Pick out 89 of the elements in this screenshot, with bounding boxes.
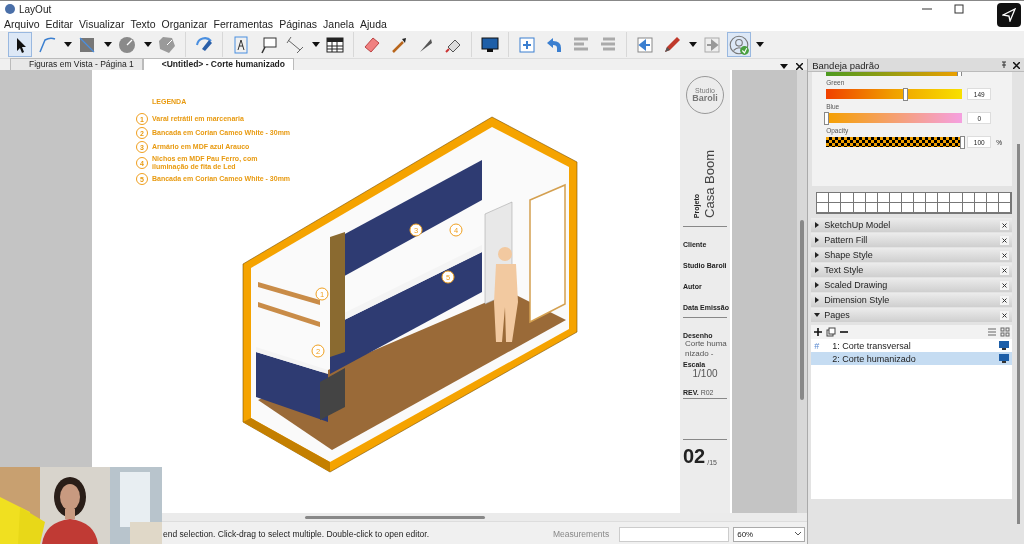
close-icon[interactable] [1000, 265, 1009, 275]
page-label: 2: Corte humanizado [831, 353, 917, 364]
page-marker: # [814, 340, 821, 351]
slider-thumb[interactable] [824, 112, 830, 125]
slider-thumb[interactable] [903, 88, 909, 101]
status-hint: end selection. Click-drag to select multiple. Double-click to open editor. [163, 529, 430, 539]
document-tab[interactable]: Figuras em Vista - Página 1 [10, 58, 143, 70]
monitor-icon [999, 354, 1009, 363]
panel-title: Bandeja padrão [812, 59, 881, 71]
monitor-icon [479, 34, 501, 55]
close-icon[interactable] [1000, 310, 1009, 320]
add-icon[interactable] [813, 327, 824, 337]
triangle-icon [814, 252, 821, 258]
account-icon [728, 33, 750, 56]
table-icon [325, 34, 345, 55]
close-icon[interactable] [1013, 61, 1020, 69]
label-icon [258, 34, 278, 55]
section-header[interactable]: Pattern Fill [811, 233, 1012, 247]
close-icon[interactable] [1000, 235, 1009, 245]
section-header[interactable]: SketchUp Model [811, 218, 1012, 232]
triangle-icon [814, 237, 821, 243]
circle-icon [117, 34, 137, 55]
send-icon[interactable] [997, 3, 1021, 27]
section-header[interactable]: Dimension Style [811, 293, 1012, 307]
section-header[interactable]: Text Style [811, 263, 1012, 277]
window-title: LayOut [19, 3, 53, 15]
pin-icon[interactable] [1001, 61, 1007, 69]
scale-value: 1/100 [691, 368, 719, 379]
close-icon[interactable] [1000, 220, 1009, 230]
menu-item[interactable]: Ajuda [359, 18, 388, 30]
app-icon [5, 4, 15, 14]
caret-icon[interactable] [756, 41, 764, 48]
drawing-name: Corte humanizado - [684, 339, 728, 359]
color-slider[interactable] [826, 113, 963, 123]
sheet-number: 02 [683, 446, 706, 466]
page-label: 1: Corte transversal [831, 340, 912, 351]
swatch-grid[interactable] [816, 192, 1012, 214]
zoom-select[interactable]: 60% [733, 526, 806, 542]
back-icon [635, 34, 655, 55]
caret-icon [795, 532, 802, 536]
line-icon [37, 34, 57, 55]
menu-item[interactable]: Visualizar [78, 18, 126, 30]
duplicate-icon[interactable] [826, 327, 837, 337]
triangle-icon [814, 282, 821, 288]
polygon-icon [157, 34, 177, 55]
caret-icon[interactable] [104, 41, 112, 48]
logo-text: Baroli [692, 94, 718, 103]
project-name: Casa Boom [702, 150, 717, 218]
close-icon[interactable] [1000, 295, 1009, 305]
menu-item[interactable]: Arquivo [3, 18, 41, 30]
triangle-icon [814, 312, 821, 318]
slider-thumb[interactable] [960, 136, 966, 149]
menu-item[interactable]: Páginas [278, 18, 319, 30]
close-icon[interactable] [796, 63, 804, 70]
triangle-icon [814, 222, 821, 228]
monitor-icon [999, 341, 1009, 350]
menu-item[interactable]: Organizar [160, 18, 209, 30]
page-row[interactable]: # 1: Corte transversal [811, 339, 1012, 352]
caret-icon[interactable] [144, 41, 152, 48]
color-slider[interactable] [826, 89, 963, 99]
close-icon[interactable] [1000, 250, 1009, 260]
scrollbar-thumb[interactable] [800, 220, 805, 400]
close-icon[interactable] [1000, 280, 1009, 290]
menu-item[interactable]: Editar [44, 18, 75, 30]
color-slider[interactable] [826, 137, 963, 147]
grid-view-icon[interactable] [1000, 327, 1010, 337]
menu-item[interactable]: Texto [129, 18, 157, 30]
section-header[interactable]: Pages [811, 308, 1012, 322]
pencil-icon [662, 34, 682, 55]
caret-icon[interactable] [64, 41, 72, 48]
page-row[interactable]: 2: Corte humanizado [811, 352, 1012, 365]
document-tab[interactable]: <Untitled> - Corte humanizado [142, 58, 294, 70]
measurements-field[interactable] [619, 526, 730, 542]
measurements-label: Measurements [553, 529, 610, 539]
scrollbar-thumb[interactable] [305, 515, 485, 519]
add-page-icon [517, 34, 537, 55]
text-tool-icon [231, 34, 251, 55]
section-header[interactable]: Shape Style [811, 248, 1012, 262]
tool-button[interactable] [8, 32, 32, 57]
menu-item[interactable]: Janela [322, 18, 356, 30]
caret-icon[interactable] [312, 41, 320, 48]
triangle-icon [814, 267, 821, 273]
triangle-icon [814, 297, 821, 303]
dimension-icon [285, 34, 305, 55]
menu-item[interactable]: Ferramentas [212, 18, 275, 30]
caret-icon[interactable] [689, 41, 697, 48]
forward-icon [702, 34, 722, 55]
maximize-icon[interactable] [954, 4, 964, 14]
section-header[interactable]: Scaled Drawing [811, 278, 1012, 292]
